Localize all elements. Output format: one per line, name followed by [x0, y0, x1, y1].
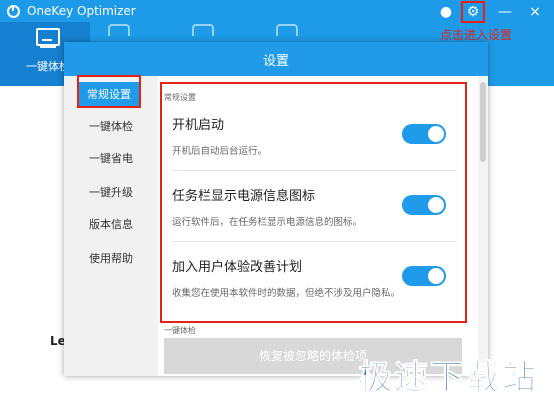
monitor-stand — [40, 46, 56, 48]
setting-desc: 运行软件后，在任务栏显示电源信息的图标。 — [172, 217, 363, 228]
battery-icon — [192, 24, 214, 36]
section-label-general: 常规设置 — [164, 93, 196, 102]
nav-item-checkup[interactable]: 一键体检 — [64, 114, 158, 140]
tray-icon-toggle[interactable] — [402, 195, 446, 215]
settings-highlight-box-main: 开机启动 开机后自动后台运行。 任务栏显示电源信息图标 运行软件后，在任务栏显示… — [160, 82, 467, 323]
setting-title: 开机启动 — [172, 118, 225, 133]
nav-highlight-box — [77, 75, 141, 108]
ux-program-toggle[interactable] — [402, 266, 446, 286]
site-watermark: 极速下载站 — [358, 358, 538, 399]
toggle-knob — [428, 126, 444, 142]
toolbox-icon — [108, 24, 130, 36]
setting-row-autostart: 开机启动 开机后自动后台运行。 — [172, 100, 457, 171]
chat-bubble-icon[interactable]: ● — [435, 2, 457, 22]
nav-item-version[interactable]: 版本信息 — [64, 212, 158, 238]
settings-annotation: 点击进入设置 — [440, 28, 513, 42]
nav-item-upgrade[interactable]: 一键升级 — [64, 180, 158, 206]
monitor-icon — [36, 28, 60, 46]
toggle-knob — [428, 268, 444, 284]
setting-row-tray-icon: 任务栏显示电源信息图标 运行软件后，在任务栏显示电源信息的图标。 — [172, 171, 457, 242]
upgrade-icon — [276, 24, 298, 36]
settings-dialog: 设置 常规设置 一键体检 一键省电 一键升级 版本信息 使用帮助 开机启动 开机… — [64, 42, 488, 376]
app-title: OneKey Optimizer — [27, 4, 136, 18]
minimize-button[interactable]: — — [494, 2, 516, 22]
dialog-title: 设置 — [262, 54, 289, 69]
power-logo-icon — [7, 5, 20, 18]
setting-desc: 收集您在使用本软件时的数据，但绝不涉及用户隐私。 — [172, 288, 401, 299]
setting-title: 任务栏显示电源信息图标 — [172, 189, 316, 204]
toggle-knob — [428, 197, 444, 213]
setting-title: 加入用户体验改善计划 — [172, 260, 303, 275]
close-button[interactable]: × — [524, 2, 546, 22]
autostart-toggle[interactable] — [402, 124, 446, 144]
scrollbar-thumb[interactable] — [480, 82, 486, 162]
setting-desc: 开机后自动后台运行。 — [172, 146, 268, 157]
settings-highlight-box — [461, 1, 485, 23]
section-label-checkup: 一键体检 — [164, 326, 196, 335]
nav-item-help[interactable]: 使用帮助 — [64, 246, 158, 272]
nav-item-power-save[interactable]: 一键省电 — [64, 146, 158, 172]
setting-row-ux-program: 加入用户体验改善计划 收集您在使用本软件时的数据，但绝不涉及用户隐私。 — [172, 242, 457, 312]
